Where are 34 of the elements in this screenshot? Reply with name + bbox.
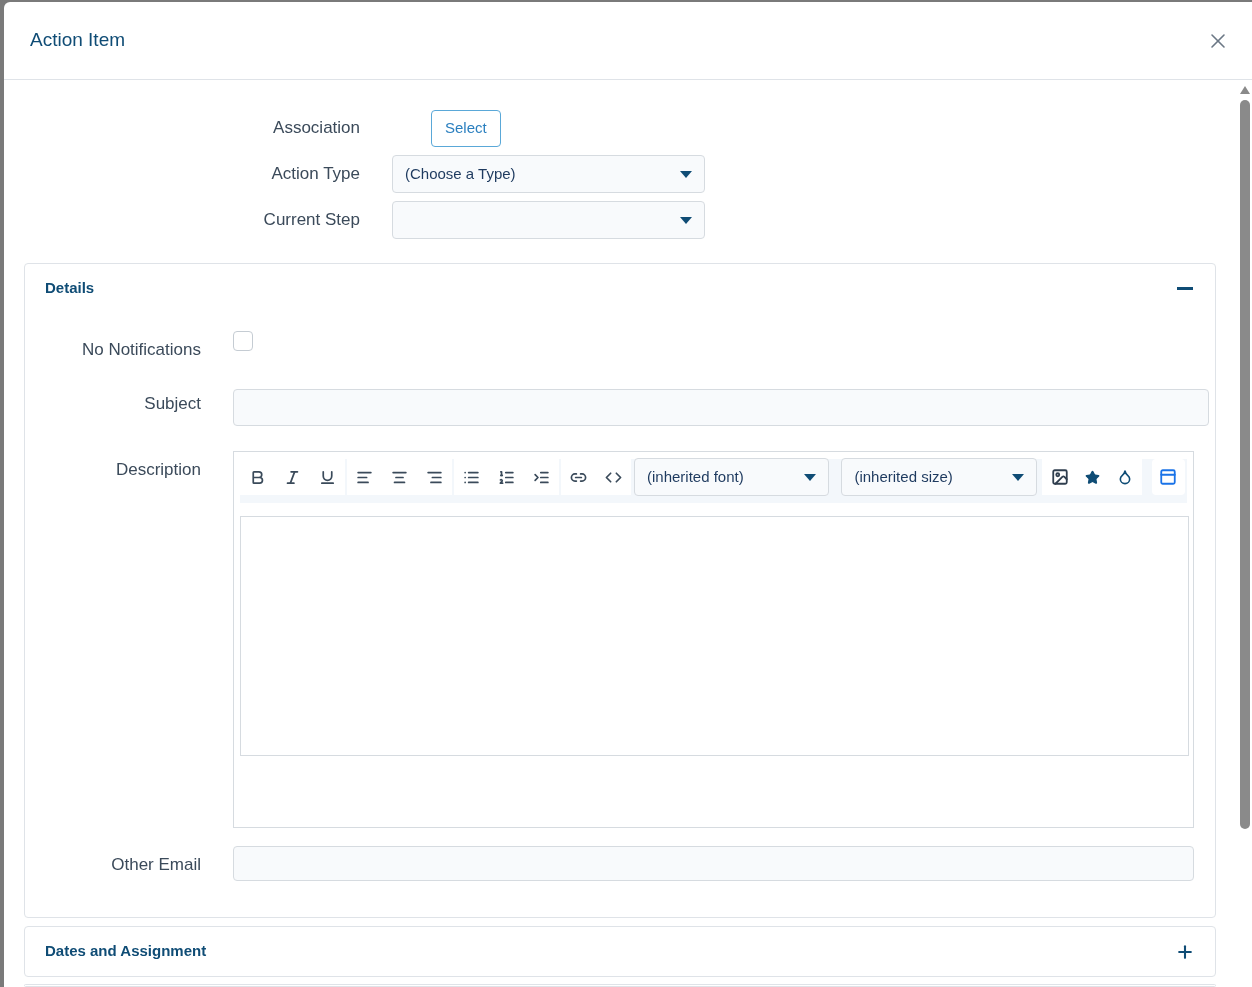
- image-icon: [1050, 468, 1069, 486]
- dropdown-value: (Choose a Type): [405, 163, 516, 184]
- dialog-title: Action Item: [30, 28, 126, 53]
- caret-icon: [680, 216, 692, 224]
- numbered-list-icon: [498, 468, 515, 486]
- caret-icon: [1011, 473, 1024, 481]
- minus-icon: [1177, 287, 1193, 290]
- checkbox[interactable]: [233, 331, 253, 351]
- field-label: Description: [114, 459, 201, 481]
- dropdown-value: (inherited size): [854, 466, 953, 487]
- dropdown-value: (inherited font): [647, 466, 744, 487]
- dropdown[interactable]: (inherited font): [634, 458, 830, 496]
- field-label: Other Email: [110, 854, 201, 876]
- caret-icon: [680, 170, 692, 178]
- dropdown[interactable]: (inherited size): [841, 458, 1037, 496]
- italic-icon: [284, 468, 301, 486]
- caret-icon: [804, 473, 817, 481]
- layout-button[interactable]: [1151, 459, 1185, 495]
- star-icon: [1085, 469, 1101, 485]
- select-button[interactable]: Select: [431, 109, 501, 147]
- underline-icon: [319, 468, 336, 486]
- scroll-up-icon[interactable]: [1240, 86, 1250, 94]
- panel-top-icon: [1159, 468, 1178, 486]
- dropdown[interactable]: (Choose a Type): [392, 155, 705, 193]
- field-label: Association: [272, 117, 361, 140]
- bold-icon: [249, 468, 266, 486]
- field-label: Subject: [143, 393, 201, 415]
- section-title: Dates and Assignment: [45, 941, 207, 962]
- section-title: Details: [45, 278, 95, 299]
- subject-field[interactable]: [233, 389, 1209, 426]
- field-label: Action Type: [270, 163, 361, 186]
- field-label: Current Step: [262, 209, 361, 232]
- field-label: No Notifications: [80, 339, 201, 361]
- other-email-field[interactable]: [233, 846, 1194, 881]
